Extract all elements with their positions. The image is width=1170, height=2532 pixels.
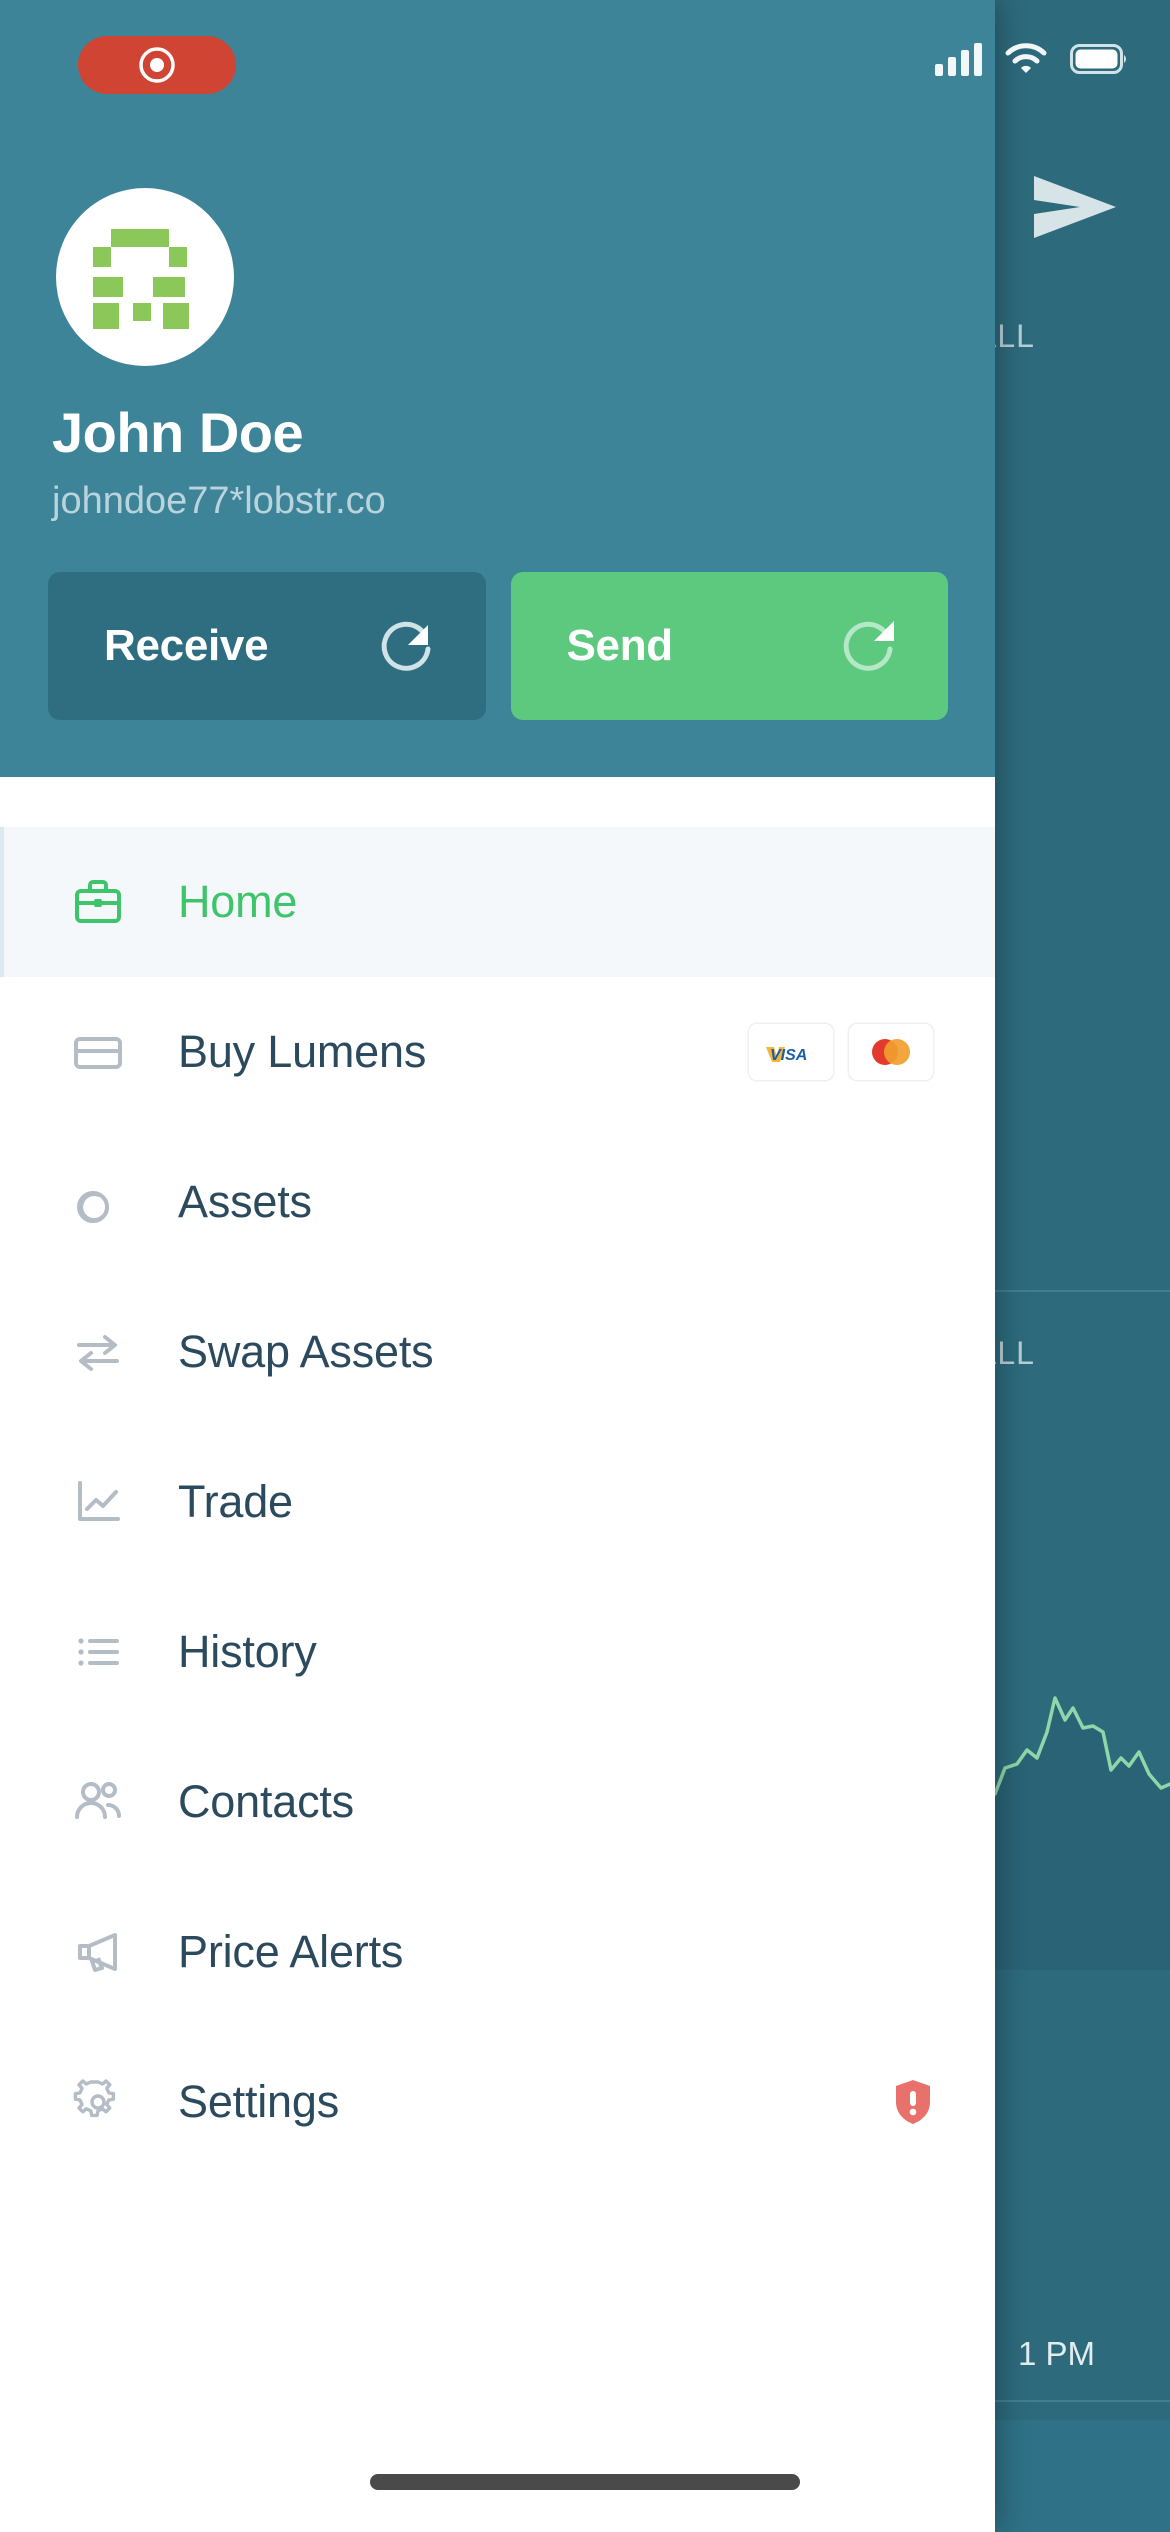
- menu-item-history-label: History: [178, 1626, 317, 1677]
- price-line-chart: [975, 1696, 1170, 1970]
- menu-item-history[interactable]: History: [0, 1577, 995, 1727]
- record-dot-icon: [139, 47, 175, 83]
- navigation-drawer: John Doe johndoe77*lobstr.co Receive Sen…: [0, 0, 995, 2532]
- receive-button[interactable]: Receive: [48, 572, 486, 720]
- settings-warning-badge[interactable]: [893, 2078, 933, 2126]
- menu-item-settings[interactable]: Settings: [0, 2027, 995, 2177]
- swap-arrows-icon: [50, 1325, 146, 1379]
- status-bar: [0, 0, 1170, 100]
- background-divider-top: [985, 1290, 1170, 1292]
- home-indicator[interactable]: [370, 2474, 800, 2490]
- battery-icon: [1070, 44, 1126, 74]
- menu-item-swap-assets[interactable]: Swap Assets: [0, 1277, 995, 1427]
- megaphone-icon: [50, 1925, 146, 1979]
- drawer-header: John Doe johndoe77*lobstr.co Receive Sen…: [0, 0, 995, 777]
- wifi-icon: [1005, 43, 1047, 73]
- line-chart-icon: [50, 1475, 146, 1529]
- menu-item-trade-label: Trade: [178, 1476, 293, 1527]
- profile-handle[interactable]: johndoe77*lobstr.co: [52, 480, 386, 523]
- menu-list: Home Buy Lumens VISA Assets Swap Assets …: [0, 777, 995, 2532]
- profile-name: John Doe: [52, 401, 304, 464]
- menu-item-settings-label: Settings: [178, 2076, 339, 2127]
- menu-item-price-alerts[interactable]: Price Alerts: [0, 1877, 995, 2027]
- menu-item-trade[interactable]: Trade: [0, 1427, 995, 1577]
- briefcase-icon: [50, 875, 146, 929]
- list-icon: [50, 1625, 146, 1679]
- menu-item-price-alerts-label: Price Alerts: [178, 1926, 404, 1977]
- phone-screen: ALL ALL 1 PM John Doe johndoe77*lobstr.c…: [0, 0, 1170, 2532]
- avatar[interactable]: [56, 188, 234, 366]
- menu-item-contacts[interactable]: Contacts: [0, 1727, 995, 1877]
- arrow-in-circle-icon: [381, 621, 430, 671]
- paper-plane-icon[interactable]: [1032, 172, 1118, 242]
- arrow-out-circle-icon: [843, 621, 894, 671]
- payment-badges: VISA: [749, 1024, 933, 1080]
- menu-item-swap-assets-label: Swap Assets: [178, 1326, 434, 1377]
- chart-time-label: 1 PM: [1018, 2335, 1096, 2372]
- coins-icon: [50, 1175, 146, 1229]
- menu-item-contacts-label: Contacts: [178, 1776, 354, 1827]
- credit-card-icon: [50, 1025, 146, 1079]
- menu-item-assets[interactable]: Assets: [0, 1127, 995, 1277]
- recording-pill[interactable]: [78, 36, 236, 94]
- people-icon: [50, 1775, 146, 1829]
- svg-text:VISA: VISA: [770, 1047, 807, 1064]
- menu-item-home-label: Home: [178, 876, 298, 927]
- cellular-signal-icon: [935, 42, 982, 76]
- menu-item-assets-label: Assets: [178, 1176, 312, 1227]
- send-button[interactable]: Send: [510, 572, 948, 720]
- action-buttons: Receive Send: [48, 572, 948, 720]
- menu-item-buy-lumens-label: Buy Lumens: [178, 1026, 427, 1077]
- gear-icon: [50, 2075, 146, 2129]
- pixel-avatar-icon: [93, 229, 189, 329]
- receive-button-label: Receive: [104, 621, 269, 670]
- status-icons: [935, 42, 1128, 76]
- menu-item-home[interactable]: Home: [0, 827, 995, 977]
- menu-item-buy-lumens[interactable]: Buy Lumens VISA: [0, 977, 995, 1127]
- background-divider-bottom: [985, 2400, 1170, 2402]
- send-button-label: Send: [566, 621, 674, 670]
- mastercard-icon: [849, 1024, 933, 1080]
- visa-icon: VISA: [749, 1024, 833, 1080]
- warning-shield-icon: [896, 2080, 930, 2124]
